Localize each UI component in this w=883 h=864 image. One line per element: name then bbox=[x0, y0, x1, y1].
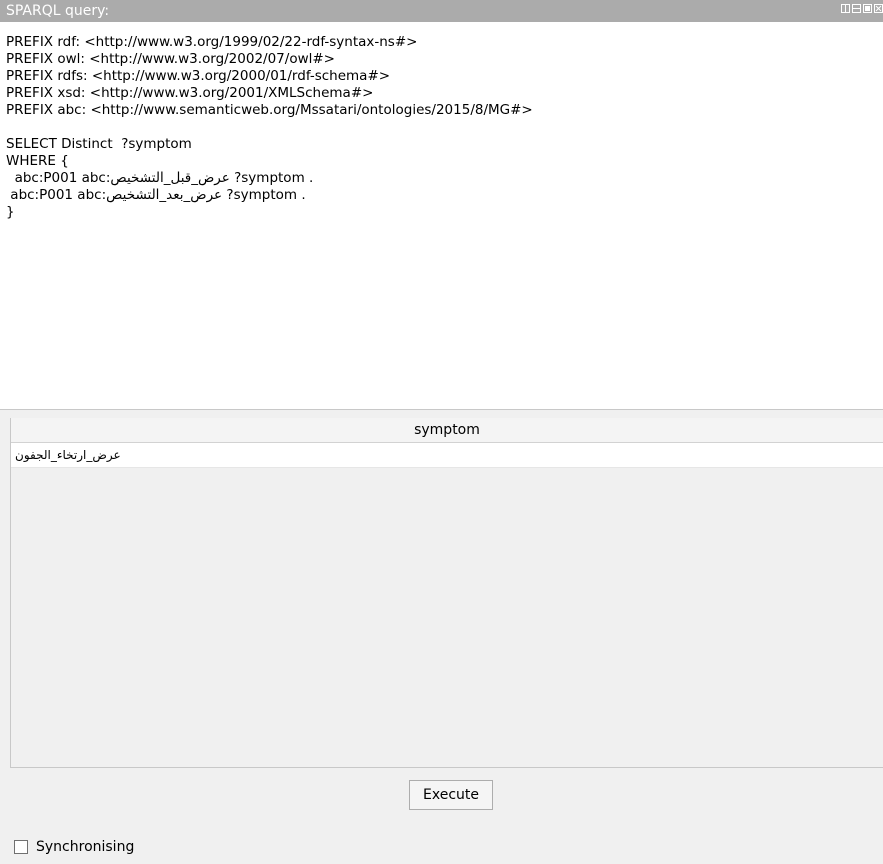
query-line: } bbox=[6, 204, 15, 220]
synchronising-toggle[interactable]: Synchronising bbox=[14, 837, 134, 857]
synchronising-label: Synchronising bbox=[36, 839, 135, 855]
query-line: PREFIX abc: <http://www.semanticweb.org/… bbox=[6, 102, 533, 118]
split-horizontal-icon[interactable] bbox=[852, 4, 861, 13]
table-row[interactable]: عرض_ارتخاء_الجفون bbox=[11, 443, 883, 468]
query-line: SELECT Distinct ?symptom bbox=[6, 136, 192, 152]
table-cell: عرض_ارتخاء_الجفون bbox=[15, 448, 121, 462]
results-table: symptom عرض_ارتخاء_الجفون bbox=[10, 418, 883, 768]
close-icon[interactable] bbox=[874, 4, 883, 13]
query-line: PREFIX owl: <http://www.w3.org/2002/07/o… bbox=[6, 51, 335, 67]
synchronising-checkbox[interactable] bbox=[14, 840, 28, 854]
query-line: PREFIX xsd: <http://www.w3.org/2001/XMLS… bbox=[6, 85, 374, 101]
window-title: SPARQL query: bbox=[6, 3, 110, 19]
window-controls bbox=[841, 4, 883, 13]
query-line: abc:P001 abc:عرض_قبل_التشخيص ?symptom . bbox=[6, 170, 314, 186]
query-line: PREFIX rdf: <http://www.w3.org/1999/02/2… bbox=[6, 34, 418, 50]
query-line bbox=[6, 119, 883, 136]
title-bar: SPARQL query: bbox=[0, 0, 883, 22]
query-line: PREFIX rdfs: <http://www.w3.org/2000/01/… bbox=[6, 68, 391, 84]
split-vertical-icon[interactable] bbox=[841, 4, 850, 13]
execute-button[interactable]: Execute bbox=[409, 780, 493, 810]
query-line: abc:P001 abc:عرض_بعد_التشخيص ?symptom . bbox=[6, 187, 306, 203]
query-editor[interactable]: PREFIX rdf: <http://www.w3.org/1999/02/2… bbox=[0, 22, 883, 410]
query-line: WHERE { bbox=[6, 153, 69, 169]
column-header-symptom[interactable]: symptom bbox=[11, 418, 883, 443]
maximize-icon[interactable] bbox=[863, 4, 872, 13]
